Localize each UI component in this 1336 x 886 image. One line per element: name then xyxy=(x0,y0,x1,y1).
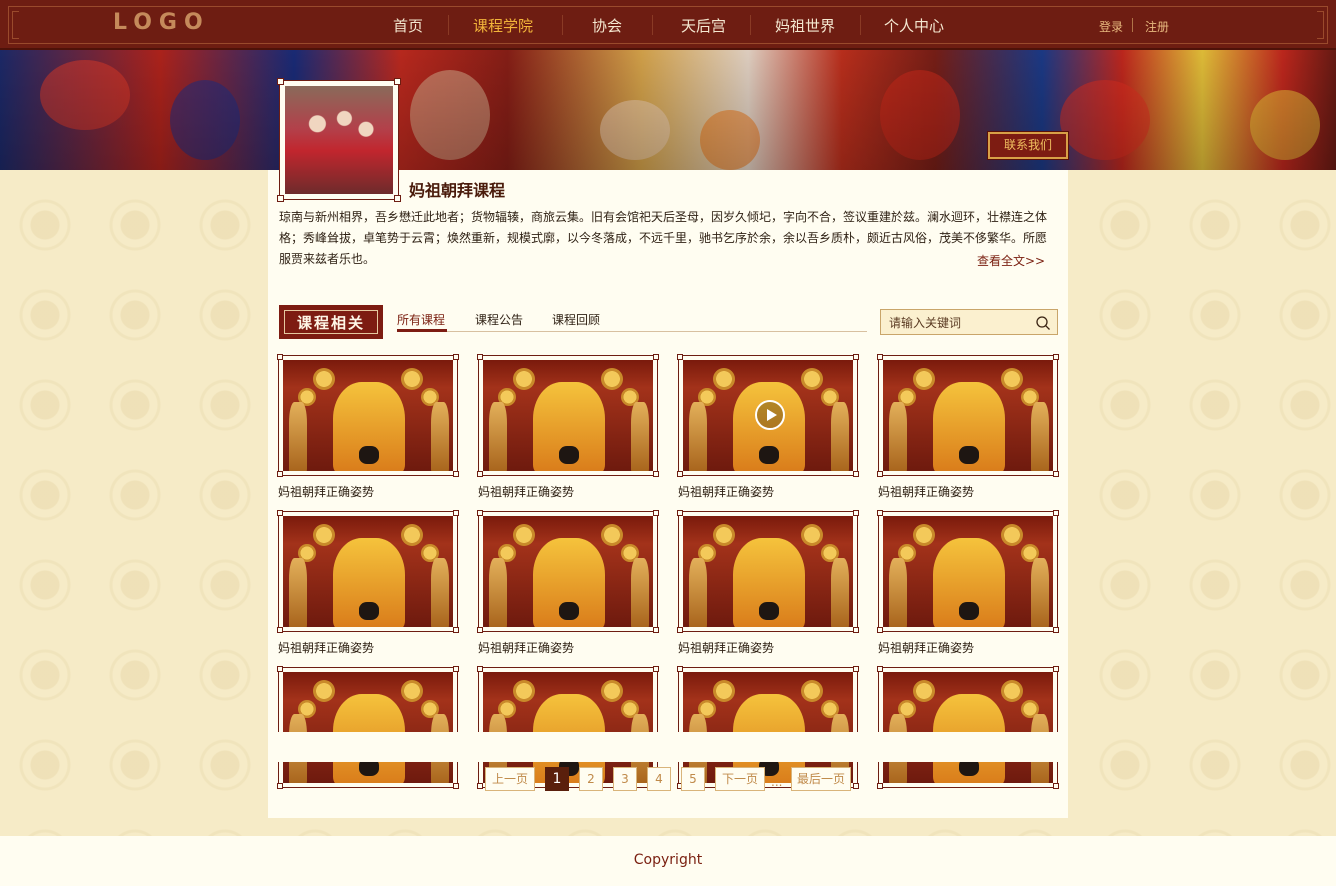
course-card-image[interactable] xyxy=(477,510,659,633)
login-link[interactable]: 登录 xyxy=(1099,18,1123,35)
nav-divider xyxy=(860,15,861,35)
register-link[interactable]: 注册 xyxy=(1145,18,1169,35)
section-badge-label: 课程相关 xyxy=(284,310,378,334)
page-button-5[interactable]: 5 xyxy=(681,767,705,791)
copyright-text: Copyright xyxy=(633,852,703,868)
active-tab-indicator xyxy=(397,329,447,332)
nav-item-mazu-world[interactable]: 妈祖世界 xyxy=(775,15,835,36)
frame-corner xyxy=(277,78,284,85)
nav-divider xyxy=(448,15,449,35)
footer: Copyright xyxy=(0,836,1336,886)
course-card-title[interactable]: 妈祖朝拜正确姿势 xyxy=(478,483,574,500)
tab-course-review[interactable]: 课程回顾 xyxy=(552,311,600,328)
tab-course-announcements[interactable]: 课程公告 xyxy=(475,311,523,328)
course-card-image[interactable] xyxy=(277,354,459,477)
hero-banner-image xyxy=(0,50,1336,170)
nav-item-association[interactable]: 协会 xyxy=(592,15,622,36)
page-button-1[interactable]: 1 xyxy=(545,767,569,791)
next-page-button[interactable]: 下一页 xyxy=(715,767,765,791)
read-full-text-link[interactable]: 查看全文>> xyxy=(977,252,1045,269)
section-badge: 课程相关 xyxy=(279,305,383,339)
nav-item-course-academy[interactable]: 课程学院 xyxy=(473,15,533,36)
course-description: 琼南与新州相界，吾乡懋迁此地者；货物辐辏，商旅云集。旧有会馆祀天后圣母，因岁久倾… xyxy=(279,210,1048,266)
search-box xyxy=(880,309,1058,335)
course-card-title[interactable]: 妈祖朝拜正确姿势 xyxy=(878,639,974,656)
page-button-2[interactable]: 2 xyxy=(579,767,603,791)
course-card-title[interactable]: 妈祖朝拜正确姿势 xyxy=(478,639,574,656)
search-input[interactable] xyxy=(889,314,1029,331)
course-card-image[interactable] xyxy=(477,354,659,477)
play-icon[interactable] xyxy=(755,400,785,430)
tab-all-courses[interactable]: 所有课程 xyxy=(397,311,445,328)
course-title: 妈祖朝拜课程 xyxy=(409,181,506,200)
contact-us-button[interactable]: 联系我们 xyxy=(987,131,1069,160)
frame-corner xyxy=(277,195,284,202)
nav-divider xyxy=(652,15,653,35)
course-card-title[interactable]: 妈祖朝拜正确姿势 xyxy=(278,483,374,500)
frame-corner xyxy=(394,195,401,202)
tabs-divider xyxy=(397,331,867,332)
prev-page-button[interactable]: 上一页 xyxy=(485,767,535,791)
nav-item-tianhou-palace[interactable]: 天后宫 xyxy=(681,15,726,36)
nav-divider xyxy=(562,15,563,35)
course-card-title[interactable]: 妈祖朝拜正确姿势 xyxy=(678,639,774,656)
last-page-button[interactable]: 最后一页 xyxy=(791,767,851,791)
course-card-title[interactable]: 妈祖朝拜正确姿势 xyxy=(278,639,374,656)
search-icon[interactable] xyxy=(1035,315,1051,331)
course-card-image[interactable] xyxy=(277,666,459,789)
page-button-4[interactable]: 4 xyxy=(647,767,671,791)
course-card-image[interactable] xyxy=(877,510,1059,633)
frame-corner xyxy=(394,78,401,85)
course-card-image[interactable] xyxy=(277,510,459,633)
page-button-3[interactable]: 3 xyxy=(613,767,637,791)
site-logo[interactable]: LOGO xyxy=(113,10,210,35)
grid-clip-mask xyxy=(268,732,1068,762)
course-card-title[interactable]: 妈祖朝拜正确姿势 xyxy=(878,483,974,500)
course-card-title[interactable]: 妈祖朝拜正确姿势 xyxy=(678,483,774,500)
course-card-image[interactable] xyxy=(677,354,859,477)
nav-item-personal-center[interactable]: 个人中心 xyxy=(884,15,944,36)
course-cover-thumbnail xyxy=(279,80,399,200)
course-card-image[interactable] xyxy=(877,666,1059,789)
pagination-ellipsis: ... xyxy=(771,775,783,789)
top-navigation-bar: LOGO 首页 课程学院 协会 天后宫 妈祖世界 个人中心 登录 注册 xyxy=(0,0,1336,50)
auth-divider xyxy=(1132,18,1133,32)
nav-item-home[interactable]: 首页 xyxy=(393,15,423,36)
course-card-image[interactable] xyxy=(877,354,1059,477)
nav-divider xyxy=(750,15,751,35)
course-card-image[interactable] xyxy=(677,510,859,633)
